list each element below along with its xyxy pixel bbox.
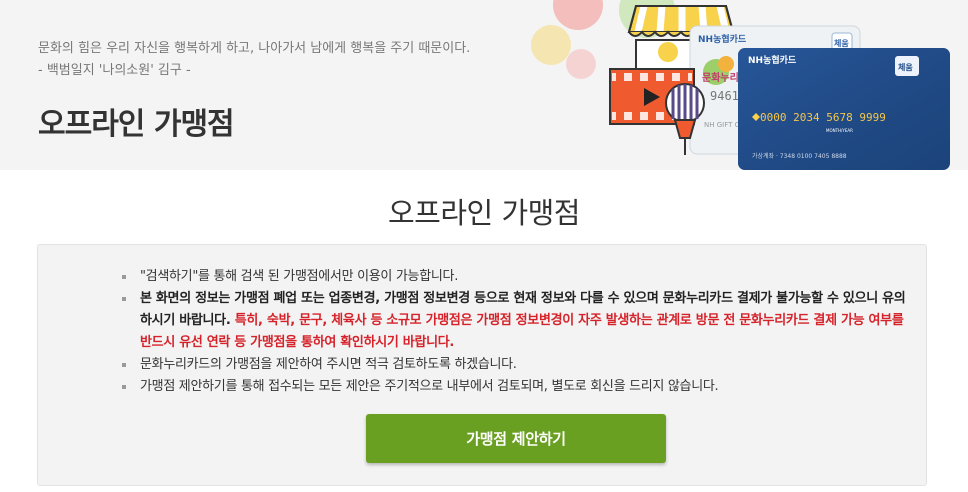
bullet-icon [122,297,126,301]
card-front-expiry-label: MONTH/YEAR [826,128,853,133]
notice-text: 문화누리카드의 가맹점을 제안하여 주시면 적극 검토하도록 하겠습니다. [140,357,517,372]
hero-banner: 문화의 힘은 우리 자신을 행복하게 하고, 나아가서 남에게 행복을 주기 때… [0,0,968,170]
notice-text: "검색하기"를 통해 검색 된 가맹점에서만 이용이 가능합니다. [140,269,459,284]
propose-merchant-button[interactable]: 가맹점 제안하기 [366,414,666,463]
notice-item-warning: 본 화면의 정보는 가맹점 폐업 또는 업종변경, 가맹점 정보변경 등으로 현… [122,288,912,354]
card-front-account: 가상계좌 · 7348 0100 7405 8888 [752,152,847,160]
notice-item: "검색하기"를 통해 검색 된 가맹점에서만 이용이 가능합니다. [122,266,912,288]
nh-card-front: NH농협카드 체움 0000 2034 5678 9999 MONTH/YEAR… [738,48,950,170]
notice-item: 가맹점 제안하기를 통해 접수되는 모든 제안은 주기적으로 내부에서 검토되며… [122,376,912,398]
bullet-icon [122,363,126,367]
notice-box: "검색하기"를 통해 검색 된 가맹점에서만 이용이 가능합니다. 본 화면의 … [37,244,927,486]
bullet-icon [122,385,126,389]
quote-line-1: 문화의 힘은 우리 자신을 행복하게 하고, 나아가서 남에게 행복을 주기 때… [38,41,471,56]
card-back-logo: 문화누리 [702,71,739,84]
notice-warning-text: 특히, 숙박, 문구, 체육사 등 소규모 가맹점은 가맹점 정보변경이 자주 … [140,313,904,350]
card-back-badge: 체움 [834,38,849,48]
hero-quote: 문화의 힘은 우리 자신을 행복하게 하고, 나아가서 남에게 행복을 주기 때… [38,38,470,82]
card-front-brand: NH농협카드 [748,54,797,66]
card-front-number: 0000 2034 5678 9999 [760,111,886,124]
card-front-badge: 체움 [898,62,913,72]
bullet-icon [122,275,126,279]
section-title: 오프라인 가맹점 [388,196,580,230]
notice-item: 문화누리카드의 가맹점을 제안하여 주시면 적극 검토하도록 하겠습니다. [122,354,912,376]
quote-line-2: - 백범일지 '나의소원' 김구 - [38,63,191,78]
hero-illustration: NH농협카드 체움 문화누리 9461 NH GIFT CA NH농협카드 체움… [531,0,950,170]
deco-circle [566,49,596,79]
deco-circle [553,0,603,30]
card-back-brand: NH농협카드 [698,33,747,45]
notice-list: "검색하기"를 통해 검색 된 가맹점에서만 이용이 가능합니다. 본 화면의 … [122,266,912,398]
deco-circle [531,25,571,65]
hero-title: 오프라인 가맹점 [38,107,235,142]
notice-text: 가맹점 제안하기를 통해 접수되는 모든 제안은 주기적으로 내부에서 검토되며… [140,379,719,394]
card-back-number: 9461 [710,89,739,103]
